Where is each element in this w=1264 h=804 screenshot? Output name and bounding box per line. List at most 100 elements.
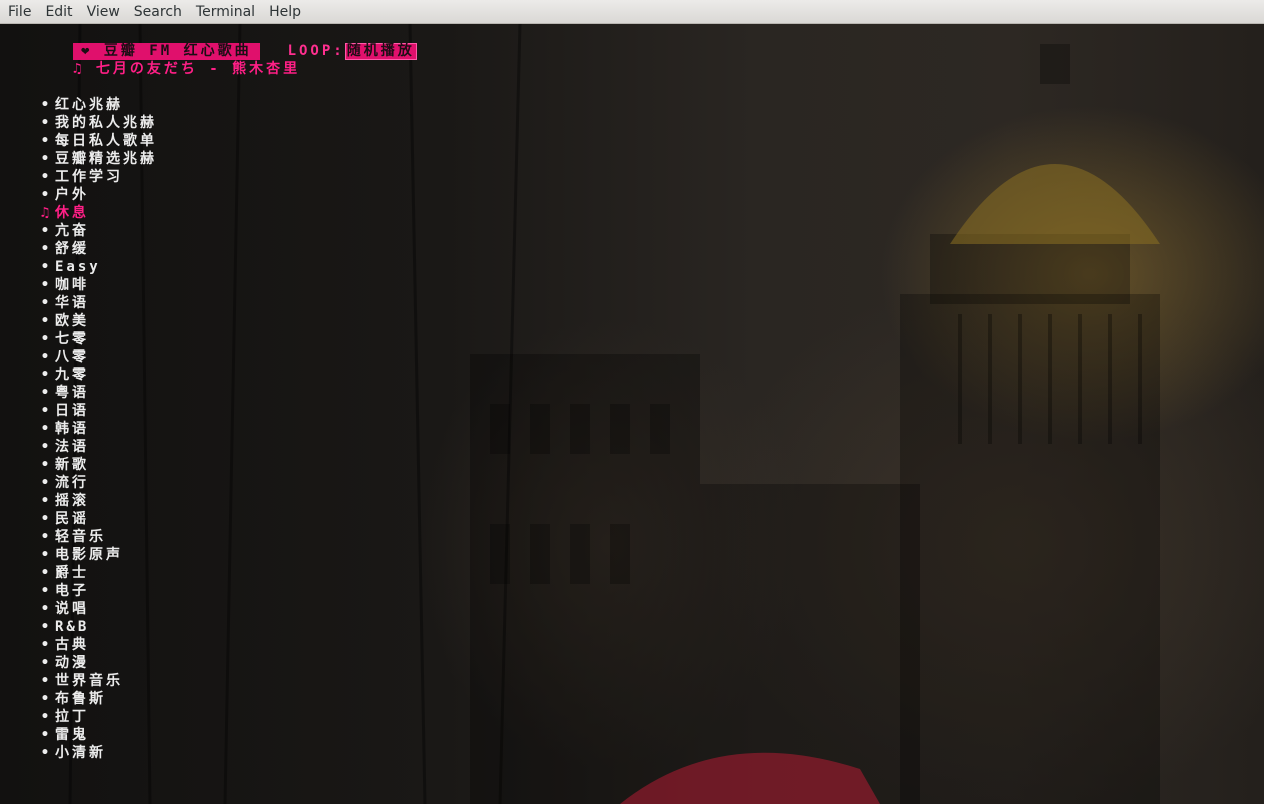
channel-label: 古典 (55, 637, 89, 653)
channel-label: 休息 (55, 205, 89, 221)
channel-label: 九零 (55, 367, 89, 383)
loop-label: LOOP: (287, 43, 345, 59)
station-title: ❤ 豆瓣 FM 红心歌曲 (73, 42, 260, 60)
bullet-icon: • (40, 187, 50, 203)
channel-item[interactable]: • R&B (35, 618, 157, 636)
channel-label: 新歌 (55, 457, 89, 473)
bullet-icon: • (40, 385, 50, 401)
channel-item[interactable]: • 华语 (35, 294, 157, 312)
bullet-icon: • (40, 709, 50, 725)
bullet-icon: • (40, 619, 50, 635)
bullet-icon: • (40, 727, 50, 743)
bullet-icon: • (40, 529, 50, 545)
channel-label: 我的私人兆赫 (55, 115, 157, 131)
bullet-icon: • (40, 151, 50, 167)
channel-label: 豆瓣精选兆赫 (55, 151, 157, 167)
channel-label: 七零 (55, 331, 89, 347)
bullet-icon: • (40, 367, 50, 383)
channel-item[interactable]: • 电子 (35, 582, 157, 600)
channel-item[interactable]: • 小清新 (35, 744, 157, 762)
channel-label: 八零 (55, 349, 89, 365)
channel-item[interactable]: • 爵士 (35, 564, 157, 582)
bullet-icon: • (40, 745, 50, 761)
channel-item[interactable]: • 日语 (35, 402, 157, 420)
channel-item[interactable]: • 七零 (35, 330, 157, 348)
channel-label: 轻音乐 (55, 529, 106, 545)
channel-item[interactable]: • 民谣 (35, 510, 157, 528)
channel-item[interactable]: • 新歌 (35, 456, 157, 474)
channel-list: • 红心兆赫 • 我的私人兆赫 • 每日私人歌单 • 豆瓣精选兆赫 • 工作学习 • 户外 ♫ 休息 • 亢奋… (35, 96, 157, 762)
channel-label: 欧美 (55, 313, 89, 329)
bullet-icon: • (40, 169, 50, 185)
channel-label: 小清新 (55, 745, 106, 761)
channel-item[interactable]: • 九零 (35, 366, 157, 384)
bullet-icon: • (40, 457, 50, 473)
bullet-icon: • (40, 241, 50, 257)
channel-label: 红心兆赫 (55, 97, 123, 113)
channel-label: 拉丁 (55, 709, 89, 725)
channel-item[interactable]: • 红心兆赫 (35, 96, 157, 114)
channel-item[interactable]: • 布鲁斯 (35, 690, 157, 708)
channel-item[interactable]: • Easy (35, 258, 157, 276)
channel-item[interactable]: • 豆瓣精选兆赫 (35, 150, 157, 168)
channel-item[interactable]: • 工作学习 (35, 168, 157, 186)
channel-item[interactable]: • 咖啡 (35, 276, 157, 294)
channel-item[interactable]: • 粤语 (35, 384, 157, 402)
channel-item[interactable]: • 八零 (35, 348, 157, 366)
channel-item[interactable]: • 拉丁 (35, 708, 157, 726)
terminal-window[interactable]: ❤ 豆瓣 FM 红心歌曲 LOOP: 随机播放 ♫ 七月の友だち - 熊木杏里 … (0, 24, 1264, 804)
channel-label: 世界音乐 (55, 673, 123, 689)
bullet-icon: • (40, 403, 50, 419)
menu-terminal[interactable]: Terminal (189, 0, 262, 24)
channel-item[interactable]: • 法语 (35, 438, 157, 456)
channel-item[interactable]: • 舒缓 (35, 240, 157, 258)
channel-label: 说唱 (55, 601, 89, 617)
menu-help[interactable]: Help (262, 0, 308, 24)
bullet-icon: • (40, 277, 50, 293)
channel-label: 亢奋 (55, 223, 89, 239)
channel-item[interactable]: • 亢奋 (35, 222, 157, 240)
channel-label: 韩语 (55, 421, 89, 437)
channel-label: 舒缓 (55, 241, 89, 257)
channel-item[interactable]: • 雷鬼 (35, 726, 157, 744)
bullet-icon: • (40, 421, 50, 437)
bullet-icon: • (40, 259, 50, 275)
channel-label: 流行 (55, 475, 89, 491)
channel-label: 每日私人歌单 (55, 133, 157, 149)
channel-item[interactable]: • 电影原声 (35, 546, 157, 564)
menu-view[interactable]: View (80, 0, 127, 24)
channel-item[interactable]: • 古典 (35, 636, 157, 654)
loop-mode-value: 随机播放 (344, 42, 417, 60)
channel-item[interactable]: • 摇滚 (35, 492, 157, 510)
wallpaper-background (68, 24, 1160, 804)
channel-item[interactable]: • 动漫 (35, 654, 157, 672)
channel-label: 民谣 (55, 511, 89, 527)
channel-item[interactable]: • 户外 (35, 186, 157, 204)
channel-item[interactable]: • 每日私人歌单 (35, 132, 157, 150)
channel-item[interactable]: • 轻音乐 (35, 528, 157, 546)
menu-file[interactable]: File (1, 0, 38, 24)
bullet-icon: • (40, 655, 50, 671)
menu-edit[interactable]: Edit (38, 0, 79, 24)
channel-item[interactable]: • 欧美 (35, 312, 157, 330)
bullet-icon: • (40, 97, 50, 113)
bullet-icon: • (40, 493, 50, 509)
channel-label: 法语 (55, 439, 89, 455)
channel-item[interactable]: • 流行 (35, 474, 157, 492)
channel-label: 粤语 (55, 385, 89, 401)
channel-label: 爵士 (55, 565, 89, 581)
bullet-icon: • (40, 583, 50, 599)
channel-item[interactable]: • 韩语 (35, 420, 157, 438)
channel-label: 咖啡 (55, 277, 89, 293)
channel-item[interactable]: • 说唱 (35, 600, 157, 618)
channel-label: Easy (55, 259, 101, 275)
channel-item[interactable]: • 我的私人兆赫 (35, 114, 157, 132)
bullet-icon: • (40, 295, 50, 311)
bullet-icon: • (40, 133, 50, 149)
menu-search[interactable]: Search (127, 0, 189, 24)
channel-label: 电影原声 (55, 547, 123, 563)
bullet-icon: • (40, 691, 50, 707)
bullet-icon: • (40, 223, 50, 239)
channel-item[interactable]: • 世界音乐 (35, 672, 157, 690)
channel-item-active[interactable]: ♫ 休息 (35, 204, 157, 222)
